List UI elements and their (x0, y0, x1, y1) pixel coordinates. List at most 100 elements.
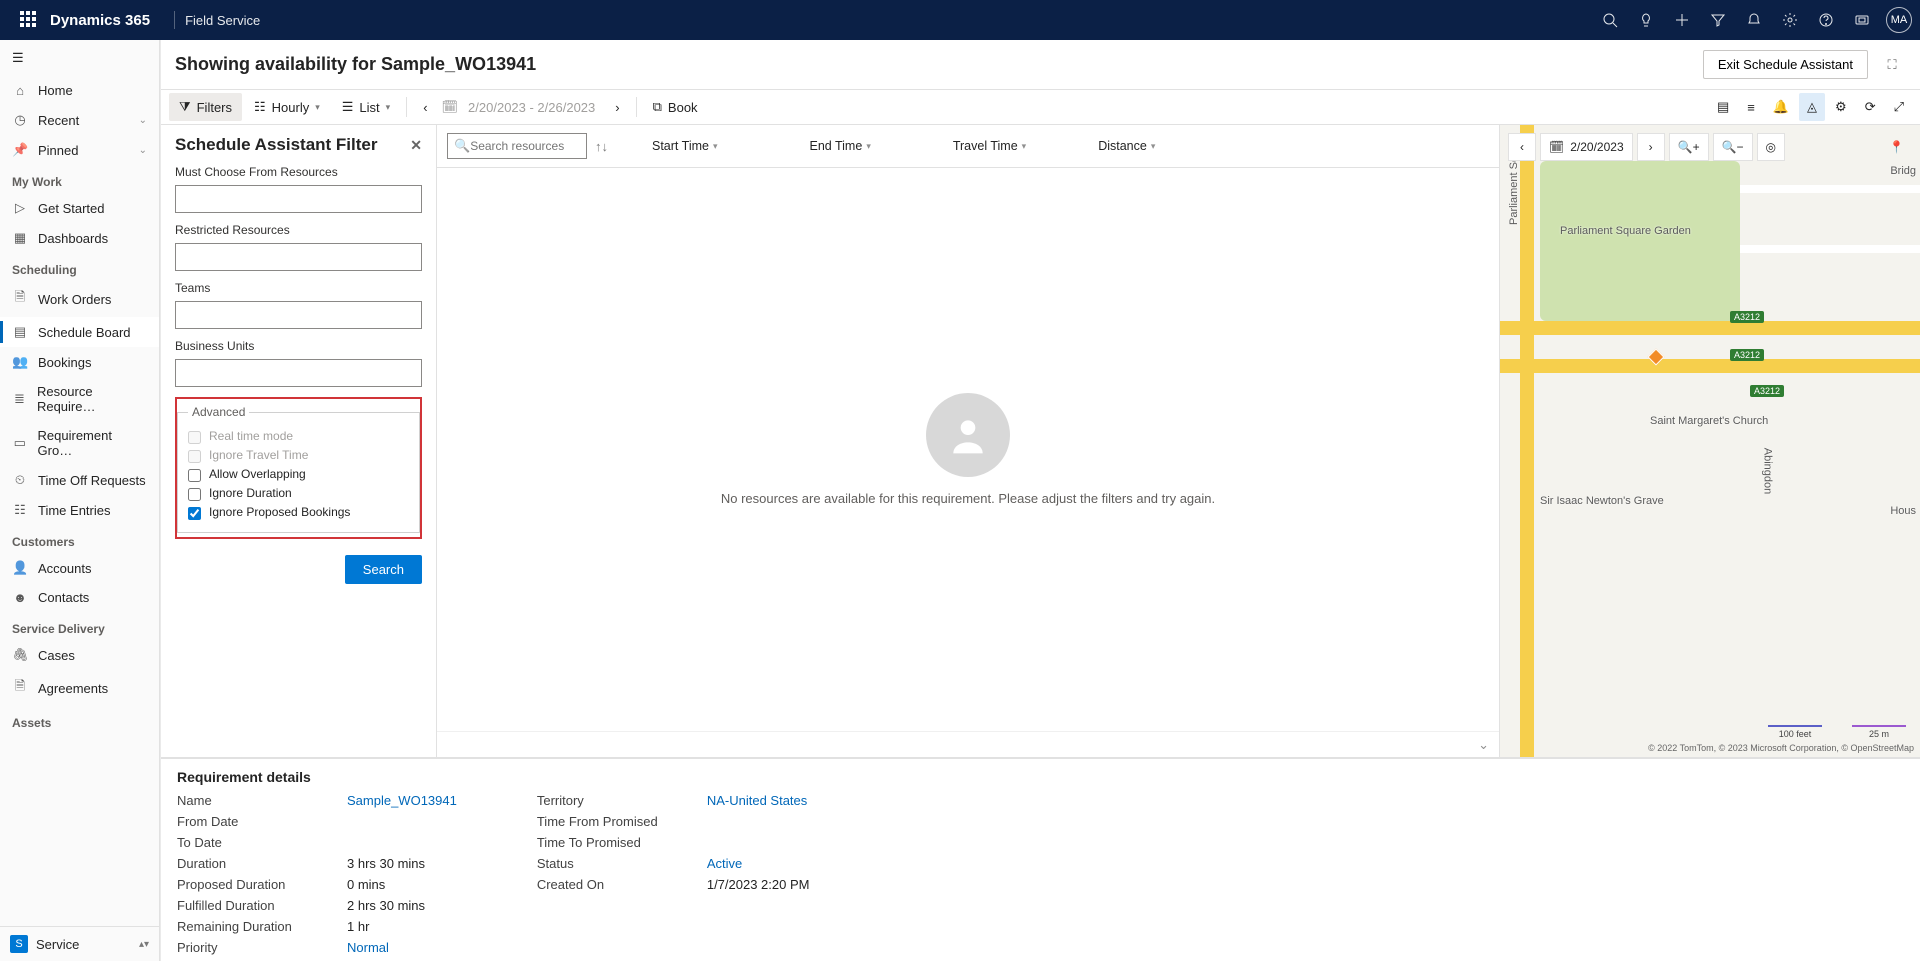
listview-icon[interactable]: ≡ (1739, 93, 1763, 121)
realtime-checkbox-row: Real time mode (188, 427, 409, 446)
advanced-fieldset: Advanced Real time mode Ignore Travel Ti… (177, 405, 420, 533)
nav-accounts[interactable]: 👤Accounts (0, 553, 159, 583)
nav-workorders[interactable]: 🗎Work Orders (0, 281, 159, 317)
pushpin-icon[interactable]: 📍 (1881, 133, 1912, 161)
ignoreduration-checkbox[interactable] (188, 488, 201, 501)
app-launcher-icon[interactable] (20, 11, 38, 29)
req-remdur-label: Remaining Duration (177, 919, 347, 934)
col-distance[interactable]: Distance▾ (1090, 139, 1163, 153)
legend-icon[interactable]: ▤ (1709, 93, 1737, 121)
date-prev[interactable]: ‹ (413, 93, 437, 121)
allowoverlap-checkbox-row[interactable]: Allow Overlapping (188, 465, 409, 484)
map-canvas[interactable]: Parliament Square Parliament Square Gard… (1500, 125, 1920, 757)
resource-search-input[interactable] (470, 139, 580, 153)
sort-icon[interactable]: ↑↓ (595, 139, 608, 154)
map-toggle-icon[interactable]: ◬ (1799, 93, 1825, 121)
left-nav: ☰ ⌂Home ◷Recent⌄ 📌Pinned⌄ My Work ▷Get S… (0, 40, 160, 961)
ignoreduration-checkbox-row[interactable]: Ignore Duration (188, 484, 409, 503)
nav-contacts[interactable]: ☻Contacts (0, 583, 159, 612)
gantt-icon: ☷ (254, 99, 266, 115)
locate-icon[interactable]: ◎ (1757, 133, 1785, 161)
expand-icon[interactable]: ⛶ (1878, 51, 1906, 79)
nav-label: Home (38, 83, 73, 98)
updown-icon[interactable]: ▴▾ (139, 939, 149, 950)
req-duration-label: Duration (177, 856, 347, 871)
area-letter: S (10, 935, 28, 953)
ignoreproposed-checkbox[interactable] (188, 507, 201, 520)
map-panel[interactable]: Parliament Square Parliament Square Gard… (1500, 125, 1920, 757)
search-button[interactable]: Search (345, 555, 422, 584)
view-list[interactable]: ☰List▾ (332, 93, 400, 121)
gear-icon[interactable] (1772, 0, 1808, 40)
realtime-label: Real time mode (209, 429, 293, 443)
date-range[interactable]: 2/20/2023 - 2/26/2023 (462, 100, 601, 115)
search-icon[interactable] (1592, 0, 1628, 40)
req-remdur-value: 1 hr (347, 919, 457, 934)
nav-reqgroups[interactable]: ▭Requirement Gro… (0, 421, 159, 465)
nav-cases[interactable]: 🖇Cases (0, 640, 159, 670)
req-name-value[interactable]: Sample_WO13941 (347, 793, 457, 808)
req-territory-value[interactable]: NA-United States (707, 793, 810, 808)
nav-label: Contacts (38, 590, 89, 605)
schedule-toolbar: ⧩Filters ☷Hourly▾ ☰List▾ ‹ 🗓 2/20/2023 -… (161, 89, 1920, 125)
nav-timeentries[interactable]: ☷Time Entries (0, 495, 159, 525)
user-avatar[interactable]: MA (1886, 7, 1912, 33)
resource-search[interactable]: 🔍 (447, 133, 587, 159)
map-date-prev[interactable]: ‹ (1508, 133, 1536, 161)
map-label-garden: Parliament Square Garden (1560, 225, 1691, 237)
map-label-hous: Hous (1890, 505, 1916, 517)
teams-input[interactable] (175, 301, 422, 329)
nav-agreements[interactable]: 🗎Agreements (0, 670, 159, 706)
filter-icon[interactable] (1700, 0, 1736, 40)
nav-scheduleboard[interactable]: ▤Schedule Board (0, 317, 159, 347)
hamburger-icon[interactable]: ☰ (0, 40, 159, 76)
refresh-icon[interactable]: ⟳ (1857, 93, 1884, 121)
allowoverlap-checkbox[interactable] (188, 469, 201, 482)
nav-recent[interactable]: ◷Recent⌄ (0, 105, 159, 135)
section-customers: Customers (0, 525, 159, 553)
col-travel-time[interactable]: Travel Time▾ (945, 139, 1034, 153)
mustchoose-input[interactable] (175, 185, 422, 213)
map-date-picker[interactable]: 🗓2/20/2023 (1540, 133, 1633, 161)
nav-dashboards[interactable]: ▦Dashboards (0, 223, 159, 253)
exit-assistant-button[interactable]: Exit Schedule Assistant (1703, 50, 1868, 79)
area-switcher[interactable]: S Service ▴▾ (0, 926, 159, 961)
empty-message: No resources are available for this requ… (721, 491, 1215, 506)
add-icon[interactable] (1664, 0, 1700, 40)
view-hourly[interactable]: ☷Hourly▾ (244, 93, 330, 121)
zoom-out-icon[interactable]: 🔍− (1713, 133, 1753, 161)
nav-pinned[interactable]: 📌Pinned⌄ (0, 135, 159, 165)
req-priority-value[interactable]: Normal (347, 940, 457, 955)
help-icon[interactable] (1808, 0, 1844, 40)
bunits-input[interactable] (175, 359, 422, 387)
bell-icon[interactable] (1736, 0, 1772, 40)
restricted-input[interactable] (175, 243, 422, 271)
close-icon[interactable]: ✕ (410, 137, 422, 154)
collapse-icon[interactable]: ⌄ (1478, 737, 1489, 753)
req-status-value[interactable]: Active (707, 856, 810, 871)
nav-timeoff[interactable]: ⏲Time Off Requests (0, 465, 159, 495)
ignoretravel-label: Ignore Travel Time (209, 448, 308, 462)
fullscreen-icon[interactable]: ⤢ (1886, 93, 1912, 121)
section-assets: Assets (0, 706, 159, 734)
col-start-time[interactable]: Start Time▾ (644, 139, 726, 153)
nav-resourcereq[interactable]: ≣Resource Require… (0, 377, 159, 421)
nav-bookings[interactable]: 👥Bookings (0, 347, 159, 377)
lightbulb-icon[interactable] (1628, 0, 1664, 40)
req-created-value: 1/7/2023 2:20 PM (707, 877, 810, 892)
nav-home[interactable]: ⌂Home (0, 76, 159, 105)
date-next[interactable]: › (605, 93, 629, 121)
pin-icon: 📌 (12, 142, 28, 158)
alerts-icon[interactable]: 🔔 (1765, 93, 1797, 121)
zoom-in-icon[interactable]: 🔍+ (1669, 133, 1709, 161)
results-header: 🔍 ↑↓ Start Time▾ End Time▾ Travel Time▾ … (437, 125, 1499, 168)
settings-icon[interactable]: ⚙ (1827, 93, 1855, 121)
filters-toggle[interactable]: ⧩Filters (169, 93, 242, 121)
req-fulldur-label: Fulfilled Duration (177, 898, 347, 913)
assistant-icon[interactable] (1844, 0, 1880, 40)
ignoreproposed-checkbox-row[interactable]: Ignore Proposed Bookings (188, 503, 409, 522)
book-button[interactable]: ⧉Book (643, 93, 708, 121)
nav-getstarted[interactable]: ▷Get Started (0, 193, 159, 223)
map-date-next[interactable]: › (1637, 133, 1665, 161)
col-end-time[interactable]: End Time▾ (802, 139, 879, 153)
